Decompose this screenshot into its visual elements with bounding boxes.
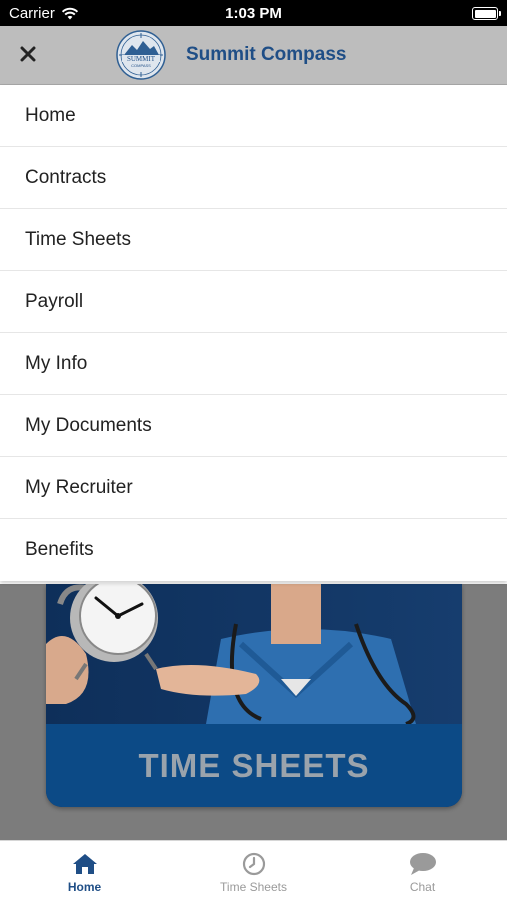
menu-item-payroll[interactable]: Payroll (0, 271, 507, 333)
close-icon (20, 46, 36, 62)
menu-item-time-sheets[interactable]: Time Sheets (0, 209, 507, 271)
battery-icon (472, 7, 501, 20)
tab-chat-label: Chat (409, 880, 436, 894)
nurse-with-clock-image (46, 584, 462, 724)
navigation-menu: Home Contracts Time Sheets Payroll My In… (0, 85, 507, 581)
app-header: SUMMIT COMPASS Summit Compass (0, 26, 507, 85)
tab-home-label: Home (67, 880, 102, 894)
clock-icon (242, 852, 265, 876)
card-banner: TIME SHEETS (46, 724, 462, 807)
status-time: 1:03 PM (225, 5, 282, 22)
time-sheets-card[interactable]: TIME SHEETS (46, 584, 462, 807)
close-menu-button[interactable] (14, 40, 42, 68)
home-icon (72, 854, 97, 874)
summit-compass-logo: SUMMIT COMPASS (116, 30, 166, 80)
status-bar: Carrier 1:03 PM (0, 0, 507, 26)
menu-item-my-documents[interactable]: My Documents (0, 395, 507, 457)
chat-bubble-icon (409, 853, 436, 875)
tab-chat[interactable]: Chat (338, 841, 507, 901)
tab-home[interactable]: Home (0, 841, 169, 901)
card-title: TIME SHEETS (138, 746, 370, 784)
svg-text:SUMMIT: SUMMIT (127, 55, 156, 63)
svg-text:COMPASS: COMPASS (131, 63, 151, 68)
menu-item-contracts[interactable]: Contracts (0, 147, 507, 209)
tab-time-sheets[interactable]: Time Sheets (169, 841, 338, 901)
menu-item-my-recruiter[interactable]: My Recruiter (0, 457, 507, 519)
menu-item-home[interactable]: Home (0, 85, 507, 147)
menu-item-benefits[interactable]: Benefits (0, 519, 507, 581)
bottom-tab-bar: Home Time Sheets Chat (0, 840, 507, 901)
menu-item-my-info[interactable]: My Info (0, 333, 507, 395)
tab-time-sheets-label: Time Sheets (220, 880, 287, 894)
app-title: Summit Compass (186, 44, 347, 65)
